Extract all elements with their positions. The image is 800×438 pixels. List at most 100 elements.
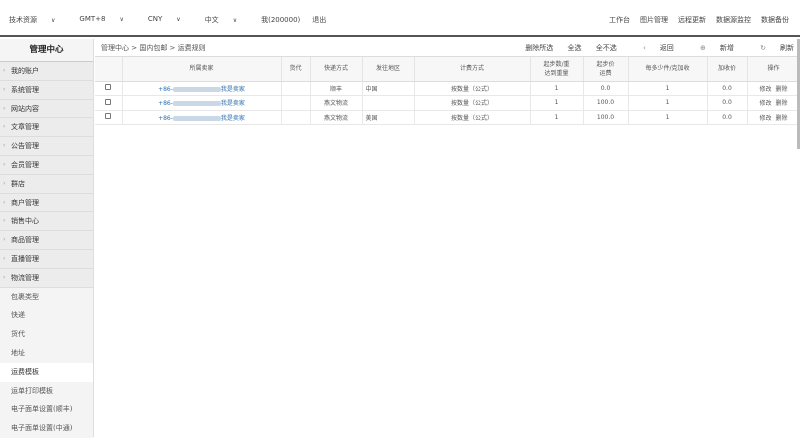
column-header: 发往地区: [362, 57, 415, 82]
chevron-right-icon: ›: [3, 142, 6, 150]
column-header: 货代: [281, 57, 311, 82]
column-header: 所属卖家: [122, 57, 282, 82]
per-unit-cell: 1: [628, 110, 708, 125]
logout-link[interactable]: 退出: [312, 15, 326, 25]
link-workbench[interactable]: 工作台: [609, 15, 630, 25]
sidebar-item[interactable]: › 直播管理: [0, 249, 93, 269]
menu-currency[interactable]: CNY ∨: [148, 15, 193, 25]
sidebar-item[interactable]: › 商户管理: [0, 193, 93, 213]
top-bar: 技术资源 ∨ GMT+8 ∨ CNY ∨ 中文 ∨ 我(200000) 退出 工作台 图…: [0, 0, 800, 37]
column-header: 计费方式: [414, 57, 531, 82]
chevron-right-icon: ›: [3, 236, 6, 244]
start-qty-cell: 1: [530, 95, 584, 111]
row-select-cell: [95, 81, 123, 96]
seller-phone-prefix: +86-: [158, 100, 173, 108]
seller-link[interactable]: +86- 我是卖家: [158, 115, 245, 122]
row-select-cell: [95, 110, 123, 125]
sidebar-item[interactable]: › 我的账户: [0, 62, 93, 81]
deselect-all-button[interactable]: 全不选: [596, 44, 617, 52]
chevron-right-icon: ›: [3, 198, 6, 206]
region-cell: [362, 95, 415, 111]
delete-selected-button[interactable]: 删除所选: [525, 44, 553, 52]
seller-cell: +86- 我是卖家: [122, 95, 282, 111]
sidebar-subitem[interactable]: 快递: [0, 306, 93, 326]
back-button[interactable]: ‹ 返回: [631, 44, 674, 52]
sidebar-subitem[interactable]: 运费模板: [0, 362, 93, 382]
add-button[interactable]: ⊕ 新增: [688, 44, 734, 52]
sidebar-item-label: 物流管理: [11, 273, 39, 282]
seller-link[interactable]: +86- 我是卖家: [158, 86, 245, 93]
top-bar-left: 技术资源 ∨ GMT+8 ∨ CNY ∨ 中文 ∨ 我(200000) 退出: [9, 15, 338, 25]
sidebar-subitem[interactable]: 运单打印模板: [0, 381, 93, 401]
menu-language[interactable]: 中文 ∨: [205, 15, 249, 25]
chevron-right-icon: ›: [3, 160, 6, 168]
sidebar-item[interactable]: › 公告管理: [0, 137, 93, 156]
seller-name: 我是卖家: [220, 85, 245, 93]
edit-link[interactable]: 修改: [759, 115, 771, 122]
edit-link[interactable]: 修改: [759, 100, 771, 107]
redacted-phone: [172, 86, 221, 92]
per-unit-cell: 1: [628, 81, 708, 96]
link-datasource-monitor[interactable]: 数据源监控: [716, 15, 751, 25]
redacted-phone: [172, 115, 221, 121]
start-price-cell: 100.0: [583, 110, 629, 125]
user-account-link[interactable]: 我(200000): [261, 15, 300, 25]
express-cell: 燕文物流: [310, 95, 363, 111]
link-image-management[interactable]: 图片管理: [640, 15, 668, 25]
operations-cell: 修改 删除: [747, 110, 800, 125]
sidebar-subitem[interactable]: 电子面单设置(顺丰): [0, 400, 93, 420]
sidebar-item-label: 会员管理: [11, 160, 39, 169]
sidebar-subitem[interactable]: 电子面单设置(中通): [0, 419, 93, 438]
row-checkbox[interactable]: [105, 98, 112, 105]
sidebar-item[interactable]: › 网站内容: [0, 99, 93, 119]
link-remote-update[interactable]: 远程更新: [678, 15, 706, 25]
sidebar-subitem[interactable]: 地址: [0, 343, 93, 363]
billing-cell: 按数量（公式）: [414, 95, 531, 111]
chevron-right-icon: ›: [3, 254, 6, 262]
sidebar-subitem[interactable]: 货代: [0, 325, 93, 344]
sidebar-item[interactable]: › 销售中心: [0, 212, 93, 232]
sidebar-item-label: 文章管理: [11, 123, 39, 132]
chevron-right-icon: ›: [3, 104, 6, 112]
agent-cell: [281, 110, 311, 125]
seller-link[interactable]: +86- 我是卖家: [158, 100, 245, 107]
back-label: 返回: [659, 43, 674, 52]
sidebar-item[interactable]: › 会员管理: [0, 155, 93, 175]
sidebar-item[interactable]: › 系统管理: [0, 80, 93, 100]
agent-cell: [281, 95, 311, 111]
chevron-down-icon: ∨: [119, 16, 124, 23]
chevron-right-icon: ›: [3, 273, 6, 281]
menu-timezone[interactable]: GMT+8 ∨: [79, 15, 135, 25]
start-price-cell: 100.0: [583, 95, 629, 111]
menu-tech-resources[interactable]: 技术资源 ∨: [9, 15, 67, 25]
refresh-button[interactable]: ↻ 刷新: [748, 44, 794, 52]
seller-name: 我是卖家: [220, 114, 245, 122]
delete-link[interactable]: 删除: [776, 115, 788, 122]
seller-cell: +86- 我是卖家: [122, 81, 282, 96]
column-header: [95, 57, 123, 82]
sidebar-item-label: 商户管理: [11, 198, 39, 207]
seller-cell: +86- 我是卖家: [122, 110, 282, 125]
link-data-backup[interactable]: 数据备份: [761, 15, 789, 25]
row-checkbox[interactable]: [105, 113, 112, 120]
start-qty-cell: 1: [530, 110, 584, 125]
refresh-label: 刷新: [780, 43, 794, 52]
table-header-row: 所属卖家 货代 快递方式 发往地区 计费方式 起步数/重 达到重量 起步价 运费 每多少件/克…: [95, 57, 800, 82]
delete-link[interactable]: 删除: [776, 86, 788, 93]
column-header: 加收价: [707, 57, 748, 82]
sidebar-item[interactable]: › 文章管理: [0, 118, 93, 138]
sidebar-item-label: 系统管理: [11, 85, 39, 94]
sidebar-item[interactable]: › 群店: [0, 174, 93, 194]
sidebar-item[interactable]: › 物流管理: [0, 268, 93, 288]
select-all-button[interactable]: 全选: [568, 44, 582, 52]
toolbar-actions: 删除所选 全选 全不选 ‹ 返回 ⊕ 新增 ↻ 刷新: [513, 43, 794, 53]
plus-circle-icon: ⊕: [700, 43, 706, 52]
sidebar-subitem[interactable]: 包裹类型: [0, 287, 93, 307]
sidebar-item[interactable]: › 商品管理: [0, 231, 93, 250]
per-unit-cell: 1: [628, 95, 708, 111]
chevron-down-icon: ∨: [51, 17, 56, 24]
edit-link[interactable]: 修改: [759, 86, 771, 93]
row-checkbox[interactable]: [105, 84, 112, 91]
delete-link[interactable]: 删除: [776, 100, 788, 107]
agent-cell: [281, 81, 311, 96]
